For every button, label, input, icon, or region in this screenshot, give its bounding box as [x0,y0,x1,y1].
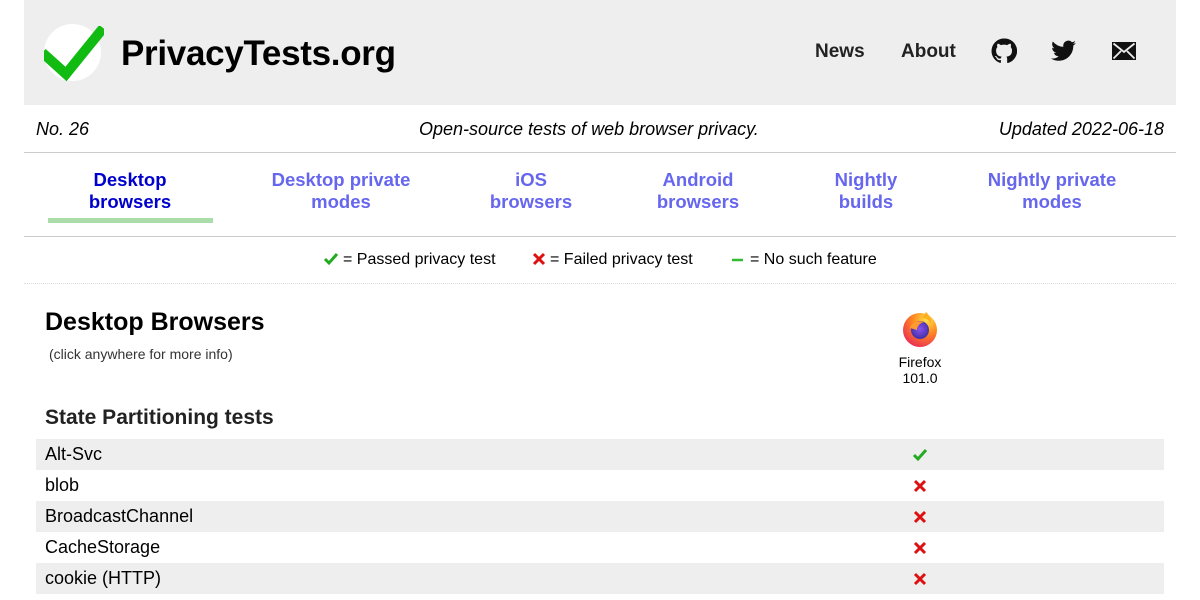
subheader-bar: No. 26 Open-source tests of web browser … [24,105,1176,153]
test-name: Alt-Svc [45,444,103,464]
pass-check-icon [912,449,928,462]
test-name: cookie (HTTP) [45,568,162,588]
nav-news-link[interactable]: News [815,41,865,63]
category-tabs: Desktop browsers Desktop private modes i… [24,153,1176,237]
legend-failed-label: = Failed privacy test [550,251,693,268]
issue-number: No. 26 [36,119,90,139]
browser-column-header[interactable]: Firefox 101.0 [880,308,960,386]
tab-label-line1: Nightly [834,169,898,190]
tab-desktop-browsers[interactable]: Desktop browsers [64,169,196,213]
tab-desktop-private-modes[interactable]: Desktop private modes [255,169,427,213]
cross-icon [532,252,546,266]
browser-version: 101.0 [902,370,938,386]
legend-no-feature: = No such feature [730,251,877,269]
test-results-table: Alt-Svc blob BroadcastChannel CacheStora… [36,439,1164,594]
site-header: PrivacyTests.org News About [24,0,1176,105]
section-title: Desktop Browsers [45,308,265,336]
test-name: BroadcastChannel [45,506,194,526]
tab-label-line1: Nightly private [987,169,1117,190]
tab-label-line1: Desktop [93,169,167,190]
tab-label-line1: Android [662,169,734,190]
results-legend: = Passed privacy test = Failed privacy t… [24,237,1176,284]
table-row[interactable]: BroadcastChannel [36,501,1164,532]
legend-passed-label: = Passed privacy test [343,251,496,268]
dash-icon [732,258,743,262]
updated-date: Updated 2022-06-18 [998,119,1164,139]
check-icon [323,253,339,266]
test-name: blob [45,475,80,495]
tab-label-line2: modes [1022,191,1082,212]
site-title[interactable]: PrivacyTests.org [121,34,396,74]
table-row[interactable]: Alt-Svc [36,439,1164,470]
checkmark-logo-icon[interactable] [44,26,104,82]
mail-icon[interactable] [1111,40,1137,62]
tab-ios-browsers[interactable]: iOS browsers [471,169,591,213]
tab-label-line1: iOS [515,169,547,190]
tab-nightly-builds[interactable]: Nightly builds [816,169,916,213]
fail-cross-icon [913,510,927,524]
fail-cross-icon [913,541,927,555]
section-hint: (click anywhere for more info) [49,346,233,362]
browser-name: Firefox [898,354,942,370]
active-tab-indicator [48,218,213,223]
fail-cross-icon [913,479,927,493]
table-row[interactable]: blob [36,470,1164,501]
github-icon[interactable] [991,38,1017,64]
nav-about-link[interactable]: About [901,41,956,63]
tab-label-line2: browsers [489,191,573,212]
legend-none-label: = No such feature [750,251,877,268]
table-row[interactable]: CacheStorage [36,532,1164,563]
legend-passed: = Passed privacy test [323,251,496,269]
tab-nightly-private-modes[interactable]: Nightly private modes [972,169,1132,213]
test-name: CacheStorage [45,537,161,557]
tab-label-line2: browsers [88,191,172,212]
twitter-icon[interactable] [1051,38,1077,64]
table-row[interactable]: cookie (HTTP) [36,563,1164,594]
tab-label-line2: modes [311,191,371,212]
legend-failed: = Failed privacy test [532,251,693,269]
tab-label-line1: Desktop private [271,169,411,190]
fail-cross-icon [913,572,927,586]
tab-android-browsers[interactable]: Android browsers [638,169,758,213]
test-group-title: State Partitioning tests [45,406,274,429]
site-tagline: Open-source tests of web browser privacy… [419,119,759,139]
tab-label-line2: builds [838,191,894,212]
tab-label-line2: browsers [656,191,740,212]
firefox-logo-icon [903,312,937,347]
